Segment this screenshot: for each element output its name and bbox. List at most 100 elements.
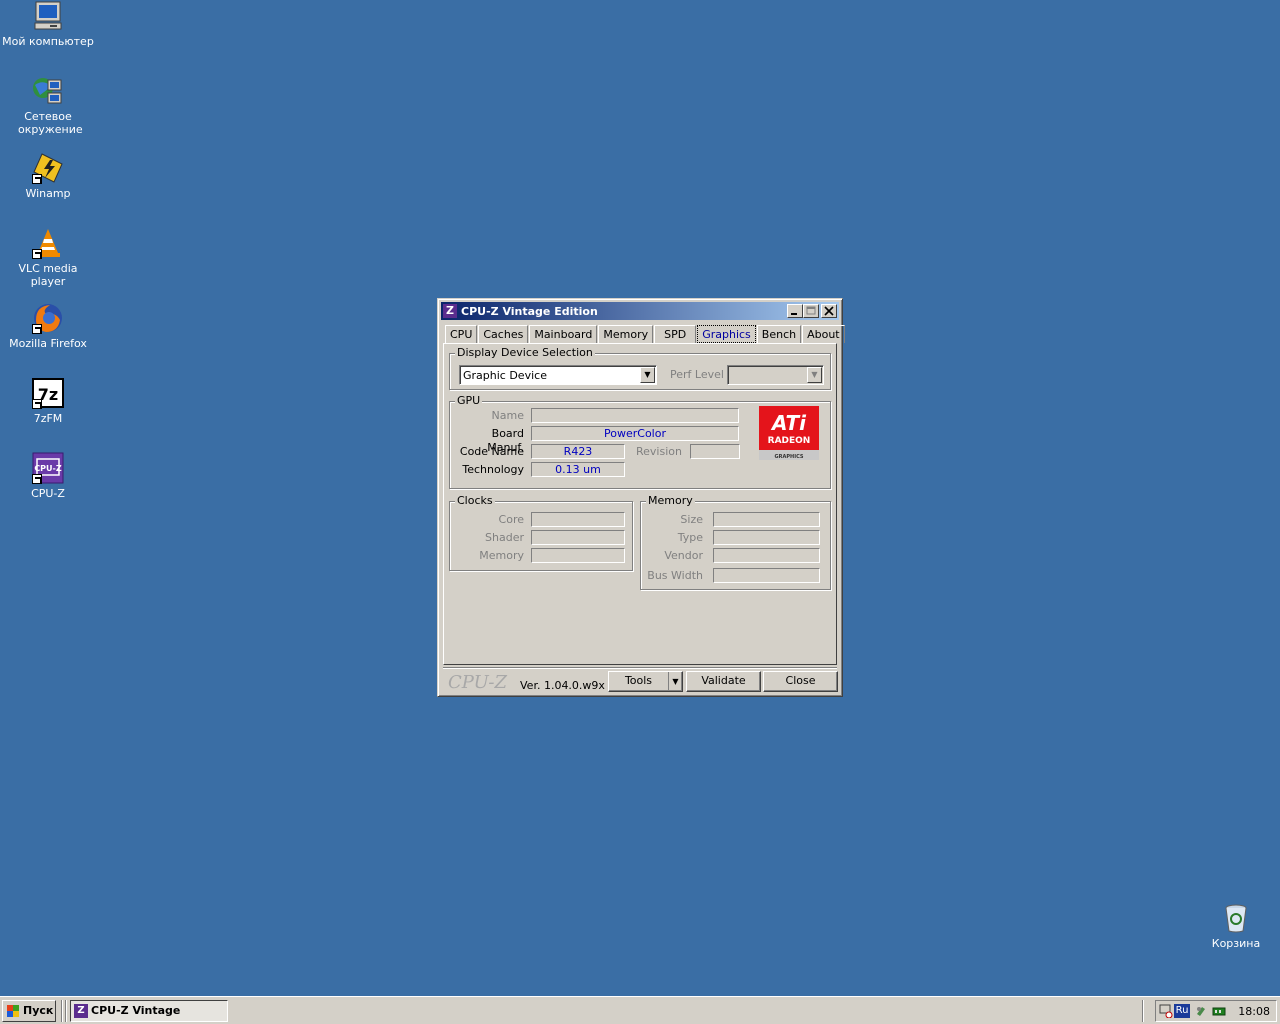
hardware-tray-icon[interactable] bbox=[1212, 1004, 1226, 1018]
display-device-legend: Display Device Selection bbox=[455, 346, 595, 359]
gpu-legend: GPU bbox=[455, 394, 483, 407]
graphics-panel: Display Device Selection Graphic Device … bbox=[443, 343, 837, 665]
maximize-button[interactable] bbox=[803, 304, 819, 318]
tab-memory[interactable]: Memory bbox=[598, 325, 654, 343]
windows-flag-icon bbox=[7, 1005, 19, 1017]
validate-button[interactable]: Validate bbox=[686, 671, 761, 692]
title-bar[interactable]: Z CPU-Z Vintage Edition bbox=[441, 302, 839, 320]
desktop-icon-vlc[interactable]: VLC media player bbox=[0, 227, 96, 288]
network-tray-icon[interactable] bbox=[1159, 1004, 1173, 1018]
network-places-icon bbox=[32, 75, 64, 107]
desktop-icon-7zfm[interactable]: 7z 7zFM bbox=[0, 377, 96, 425]
task-button-cpuz[interactable]: Z CPU-Z Vintage Edition bbox=[70, 1000, 228, 1022]
winamp-icon bbox=[32, 152, 64, 184]
memory-group: Memory Size Type Vendor Bus Width bbox=[640, 495, 831, 590]
tab-caches[interactable]: Caches bbox=[478, 325, 529, 343]
perf-level-select[interactable]: ▼ bbox=[727, 365, 824, 385]
bus-width-field bbox=[713, 568, 820, 583]
revision-label: Revision bbox=[636, 445, 682, 458]
tab-about[interactable]: About bbox=[802, 325, 845, 343]
tray-separator bbox=[1142, 1000, 1144, 1022]
desktop-icon-label: Сетевое окружение bbox=[18, 110, 83, 136]
close-window-button[interactable] bbox=[821, 304, 837, 318]
usb-tray-icon[interactable] bbox=[1194, 1004, 1208, 1018]
desktop-icon-recycle-bin[interactable]: Корзина bbox=[1188, 902, 1280, 950]
tab-strip: CPU Caches Mainboard Memory SPD Graphics… bbox=[445, 325, 846, 343]
taskbar: Пуск Z CPU-Z Vintage Edition Ru 18:08 bbox=[0, 996, 1280, 1024]
cpuz-task-icon: Z bbox=[74, 1004, 88, 1018]
tab-cpu[interactable]: CPU bbox=[445, 325, 478, 343]
window-title: CPU-Z Vintage Edition bbox=[461, 304, 598, 318]
minimize-button[interactable] bbox=[787, 304, 803, 318]
minimize-icon bbox=[791, 313, 797, 315]
revision-field bbox=[690, 444, 740, 459]
chevron-down-icon[interactable]: ▼ bbox=[640, 367, 655, 383]
desktop-icon-cpuz[interactable]: CPU-Z CPU-Z bbox=[0, 452, 96, 500]
bus-width-label: Bus Width bbox=[647, 569, 703, 582]
memory-clock-label: Memory bbox=[479, 549, 524, 562]
tab-spd[interactable]: SPD bbox=[654, 325, 697, 343]
code-name-field: R423 bbox=[531, 444, 625, 459]
clocks-group: Clocks Core Shader Memory bbox=[449, 495, 633, 571]
technology-label: Technology bbox=[462, 463, 524, 476]
desktop-icon-firefox[interactable]: Mozilla Firefox bbox=[0, 302, 96, 350]
cpuz-icon: CPU-Z bbox=[32, 452, 64, 484]
my-computer-icon bbox=[32, 0, 64, 32]
desktop-icon-label: VLC media player bbox=[18, 262, 78, 288]
desktop-icon-network-places[interactable]: Сетевое окружение bbox=[0, 75, 96, 136]
desktop-icon-label: CPU-Z bbox=[31, 487, 65, 500]
tools-button-label: Tools bbox=[624, 674, 653, 687]
clock[interactable]: 18:08 bbox=[1238, 1005, 1270, 1018]
tools-button[interactable]: Tools ▼ bbox=[608, 671, 683, 692]
start-button[interactable]: Пуск bbox=[2, 1000, 56, 1022]
chevron-down-icon[interactable]: ▼ bbox=[668, 672, 682, 691]
recycle-bin-icon bbox=[1220, 902, 1252, 934]
memory-vendor-label: Vendor bbox=[664, 549, 703, 562]
perf-level-label: Perf Level bbox=[670, 368, 724, 381]
cpuz-window[interactable]: Z CPU-Z Vintage Edition CPU Caches Mainb… bbox=[437, 298, 846, 697]
tab-mainboard[interactable]: Mainboard bbox=[529, 325, 598, 343]
firefox-icon bbox=[32, 302, 64, 334]
desktop-icon-label: Mozilla Firefox bbox=[9, 337, 87, 350]
ati-radeon-logo: ATi RADEON GRAPHICS bbox=[759, 406, 819, 460]
clocks-legend: Clocks bbox=[455, 494, 495, 507]
gpu-name-label: Name bbox=[491, 409, 524, 422]
code-name-label: Code Name bbox=[459, 445, 524, 458]
core-clock-field bbox=[531, 512, 625, 527]
chevron-down-icon[interactable]: ▼ bbox=[807, 367, 822, 383]
taskbar-separator bbox=[61, 1000, 63, 1022]
close-button[interactable]: Close bbox=[763, 671, 838, 692]
gpu-name-field bbox=[531, 408, 739, 423]
maximize-icon bbox=[806, 306, 816, 315]
gpu-group: GPU Name Board Manuf. PowerColor Code Na… bbox=[449, 395, 831, 489]
memory-size-field bbox=[713, 512, 820, 527]
tab-bench[interactable]: Bench bbox=[756, 325, 802, 343]
desktop-icon-label: Мой компьютер bbox=[2, 35, 94, 48]
language-indicator[interactable]: Ru bbox=[1174, 1004, 1190, 1018]
memory-clock-field bbox=[531, 548, 625, 563]
cpuz-app-icon[interactable]: Z bbox=[443, 304, 457, 318]
graphic-device-value: Graphic Device bbox=[463, 369, 547, 382]
memory-type-label: Type bbox=[677, 531, 703, 544]
desktop-icon-label: Winamp bbox=[25, 187, 71, 200]
tab-graphics[interactable]: Graphics bbox=[697, 325, 756, 343]
taskbar-grip[interactable] bbox=[65, 1000, 67, 1022]
memory-size-label: Size bbox=[680, 513, 703, 526]
graphics-logo-text: GRAPHICS bbox=[775, 454, 804, 460]
graphic-device-select[interactable]: Graphic Device ▼ bbox=[459, 365, 657, 385]
core-clock-label: Core bbox=[498, 513, 524, 526]
radeon-logo-text: RADEON bbox=[768, 436, 811, 446]
start-label: Пуск bbox=[23, 1004, 54, 1017]
version-text: Ver. 1.04.0.w9x bbox=[520, 679, 605, 692]
memory-legend: Memory bbox=[646, 494, 695, 507]
desktop-icon-label: Корзина bbox=[1211, 937, 1261, 950]
desktop-icon-my-computer[interactable]: Мой компьютер bbox=[0, 0, 96, 48]
technology-field: 0.13 um bbox=[531, 462, 625, 477]
shader-clock-label: Shader bbox=[485, 531, 524, 544]
desktop-icon-winamp[interactable]: Winamp bbox=[0, 152, 96, 200]
cpuz-brand-text: CPU-Z bbox=[448, 672, 508, 693]
desktop-icon-label: 7zFM bbox=[33, 412, 63, 425]
memory-type-field bbox=[713, 530, 820, 545]
ati-logo-text: ATi bbox=[770, 411, 807, 435]
task-button-label: CPU-Z Vintage Edition bbox=[91, 1004, 181, 1017]
